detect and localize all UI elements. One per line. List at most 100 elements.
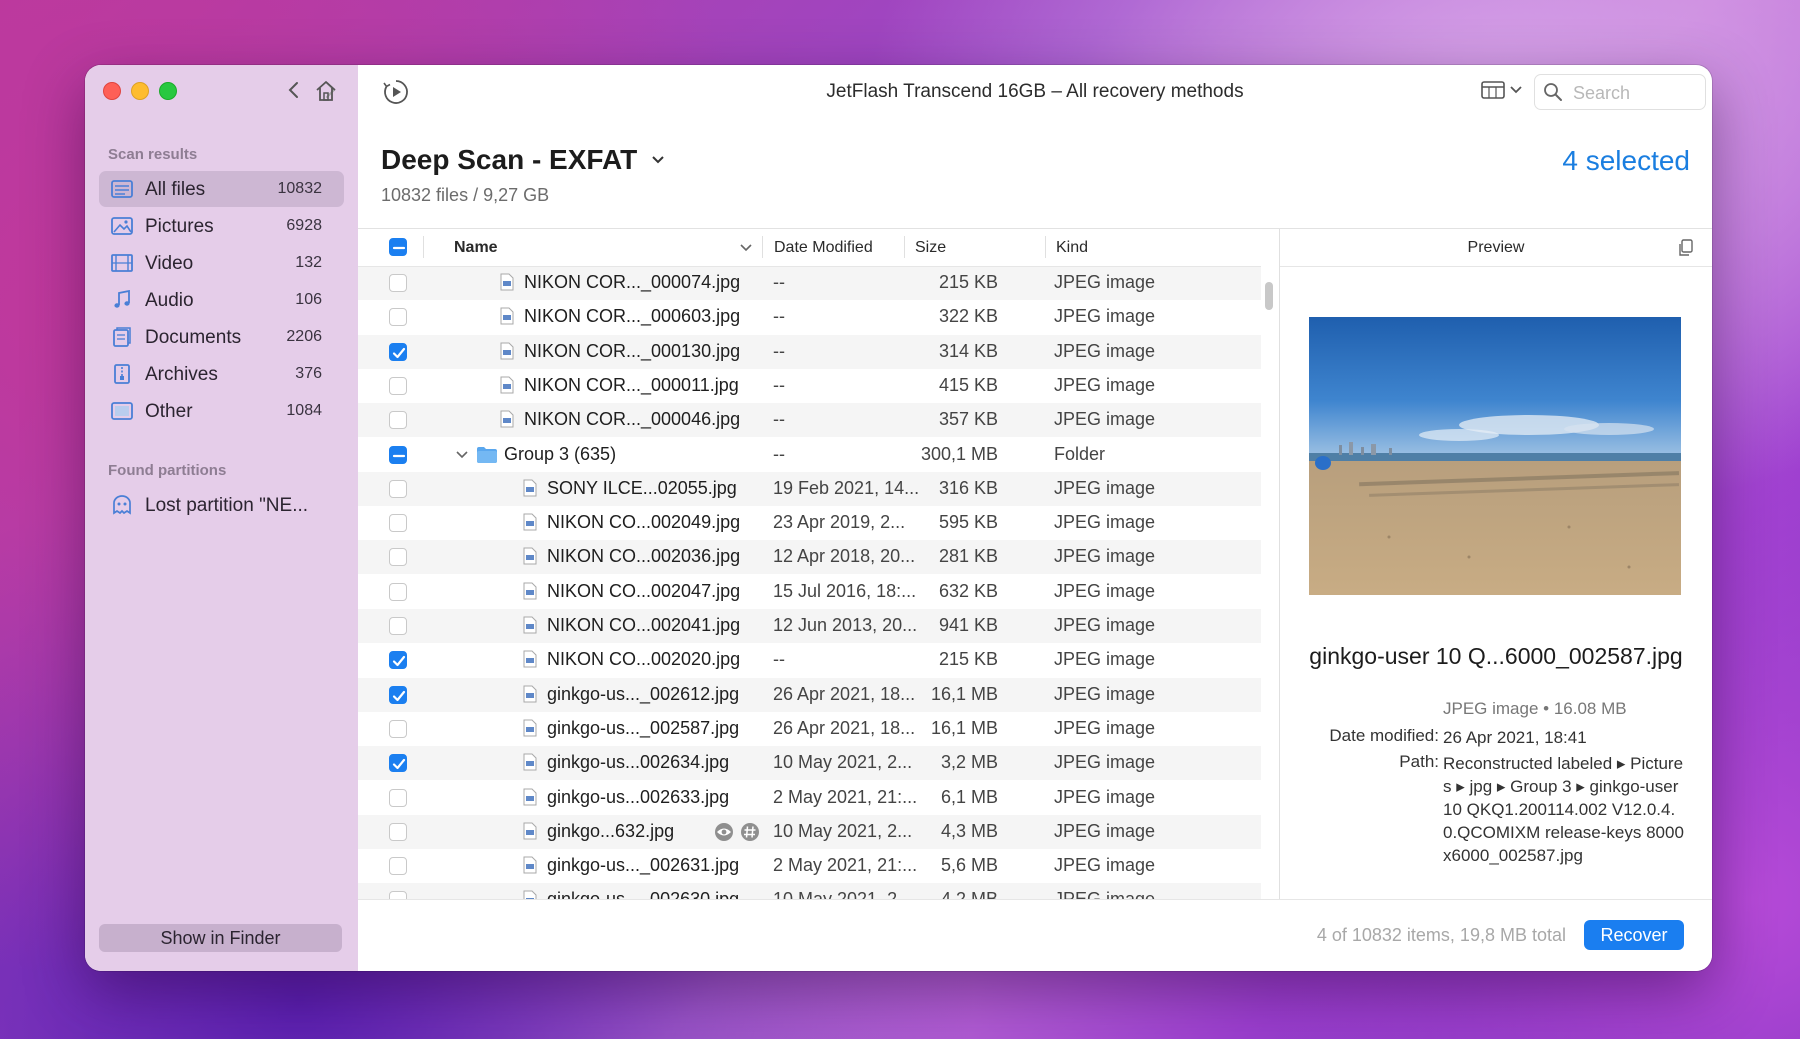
table-row[interactable]: ginkgo-us..._002631.jpg 2 May 2021, 21:..… (358, 849, 1261, 883)
all-files-icon (111, 180, 133, 198)
maximize-window-button[interactable] (159, 82, 177, 100)
row-checkbox[interactable] (389, 685, 407, 704)
preview-title: Preview (1467, 239, 1525, 256)
table-row[interactable]: NIKON CO...002049.jpg 23 Apr 2019, 2... 59… (358, 506, 1261, 540)
file-info-icon[interactable] (740, 822, 760, 842)
folder-row[interactable]: Group 3 (635) -- 300,1 MB Folder (358, 438, 1261, 472)
date-modified: 10 May 2021, 2... (773, 820, 913, 841)
column-kind[interactable]: Kind (1056, 239, 1088, 257)
sidebar-item-all-files[interactable]: All files 10832 (99, 171, 344, 207)
file-name: NIKON COR..._000603.jpg (524, 306, 741, 327)
file-size: 281 KB (938, 546, 998, 567)
sort-chevron-icon[interactable] (740, 244, 752, 252)
row-checkbox[interactable] (389, 822, 407, 841)
select-all-checkbox[interactable] (389, 238, 407, 256)
lost-partition-icon (113, 495, 131, 515)
file-kind: JPEG image (1054, 546, 1156, 567)
table-row[interactable]: NIKON CO...002041.jpg 12 Jun 2013, 20... 9… (358, 609, 1261, 643)
selection-summary: 4 of 10832 items, 19,8 MB total (1316, 925, 1566, 945)
sidebar-item-audio[interactable]: Audio 106 (99, 282, 344, 318)
row-checkbox[interactable] (389, 548, 407, 567)
row-checkbox[interactable] (389, 514, 407, 533)
file-size: 632 KB (938, 580, 998, 601)
table-row[interactable]: ginkgo...632.jpg 10 May 2021, 2... 4,3 MB J… (358, 814, 1261, 849)
row-checkbox[interactable] (389, 582, 407, 601)
table-row[interactable]: ginkgo-us...002633.jpg 2 May 2021, 21:...… (358, 781, 1261, 815)
view-mode-icon[interactable] (1480, 78, 1526, 102)
row-checkbox[interactable] (389, 479, 407, 498)
date-modified: -- (773, 340, 785, 361)
back-icon[interactable] (287, 79, 301, 101)
image-file-icon (523, 650, 537, 668)
copy-icon[interactable] (1678, 239, 1694, 257)
sidebar-item-label: All files (145, 179, 206, 200)
column-divider (762, 236, 763, 258)
file-name: Group 3 (635) (504, 443, 617, 464)
table-row[interactable]: ginkgo-us..._002612.jpg 26 Apr 2021, 18..… (358, 677, 1261, 712)
table-row[interactable]: NIKON COR..._000046.jpg -- 357 KB JPEG imag… (358, 403, 1261, 438)
table-row[interactable]: NIKON COR..._000011.jpg -- 415 KB JPEG imag… (358, 369, 1261, 403)
file-kind: JPEG image (1054, 580, 1156, 601)
date-modified: 26 Apr 2021, 18... (773, 717, 916, 738)
file-kind: JPEG image (1054, 786, 1156, 807)
row-checkbox[interactable] (389, 754, 407, 773)
sidebar-item-lost-partition[interactable]: Lost partition "NE... (99, 487, 344, 523)
file-name: ginkgo-us..._002587.jpg (547, 717, 740, 738)
table-row[interactable]: ginkgo-us..._002630.jpg 10 May 2021, 2...… (358, 883, 1261, 899)
row-checkbox[interactable] (389, 411, 407, 430)
file-name: NIKON COR..._000046.jpg (524, 409, 741, 430)
minimize-window-button[interactable] (131, 82, 149, 100)
sidebar-item-video[interactable]: Video 132 (99, 245, 344, 281)
table-row[interactable]: ginkgo-us..._002587.jpg 26 Apr 2021, 18..… (358, 712, 1261, 746)
table-row[interactable]: ginkgo-us...002634.jpg 10 May 2021, 2... 3… (358, 746, 1261, 781)
sidebar-item-archives[interactable]: Archives 376 (99, 356, 344, 392)
sidebar-item-pictures[interactable]: Pictures 6928 (99, 208, 344, 244)
row-checkbox[interactable] (389, 308, 407, 327)
file-size: 4,2 MB (941, 889, 998, 899)
image-file-icon (523, 513, 537, 531)
sidebar-item-label: Video (145, 253, 194, 274)
table-row[interactable]: NIKON COR..._000074.jpg -- 215 KB JPEG imag… (358, 266, 1261, 300)
scan-title[interactable]: Deep Scan - EXFAT (381, 144, 665, 176)
row-checkbox[interactable] (389, 788, 407, 807)
selected-count[interactable]: 4 selected (1562, 145, 1690, 177)
table-row[interactable]: NIKON COR..._000130.jpg -- 314 KB JPEG imag… (358, 334, 1261, 369)
date-modified: 15 Jul 2016, 18:... (773, 580, 917, 601)
row-checkbox[interactable] (389, 857, 407, 876)
column-date-modified[interactable]: Date Modified (774, 239, 873, 257)
table-row[interactable]: NIKON CO...002020.jpg -- 215 KB JPEG image (358, 643, 1261, 677)
close-window-button[interactable] (103, 82, 121, 100)
row-checkbox[interactable] (389, 617, 407, 635)
file-name: NIKON CO...002047.jpg (547, 580, 741, 601)
sidebar-item-documents[interactable]: Documents 2206 (99, 319, 344, 355)
row-checkbox[interactable] (389, 719, 407, 738)
table-row[interactable]: NIKON COR..._000603.jpg -- 322 KB JPEG imag… (358, 300, 1261, 334)
search-input[interactable]: Search (1534, 74, 1706, 110)
file-name: ginkgo-us..._002612.jpg (547, 683, 740, 704)
table-scrollbar[interactable] (1265, 282, 1273, 310)
row-checkbox[interactable] (389, 376, 407, 395)
table-row[interactable]: SONY ILCE...02055.jpg 19 Feb 2021, 14... 3… (358, 471, 1261, 506)
show-in-finder-button[interactable]: Show in Finder (99, 924, 342, 952)
column-name[interactable]: Name (454, 239, 498, 257)
sidebar-item-other[interactable]: Other 1084 (99, 393, 344, 429)
table-row[interactable]: NIKON CO...002047.jpg 15 Jul 2016, 18:...… (358, 575, 1261, 609)
recover-button[interactable]: Recover (1584, 920, 1684, 950)
home-icon[interactable] (313, 78, 339, 104)
quick-look-icon[interactable] (713, 822, 735, 842)
column-divider (1045, 236, 1046, 258)
row-checkbox[interactable] (389, 274, 407, 292)
image-file-icon (523, 753, 537, 771)
row-checkbox[interactable] (389, 891, 407, 899)
resume-scan-icon[interactable] (382, 78, 410, 106)
column-size[interactable]: Size (915, 239, 946, 257)
disclosure-chevron-icon[interactable] (455, 450, 469, 460)
table-row[interactable]: NIKON CO...002036.jpg 12 Apr 2018, 20... 2… (358, 540, 1261, 575)
file-kind: JPEG image (1054, 615, 1156, 635)
date-modified: -- (773, 374, 785, 395)
row-checkbox[interactable] (389, 342, 407, 361)
row-checkbox[interactable] (389, 651, 407, 670)
row-checkbox[interactable] (389, 445, 407, 464)
preview-file-name: ginkgo-user 10 Q...6000_002587.jpg (1309, 643, 1683, 669)
file-kind: JPEG image (1054, 272, 1156, 292)
